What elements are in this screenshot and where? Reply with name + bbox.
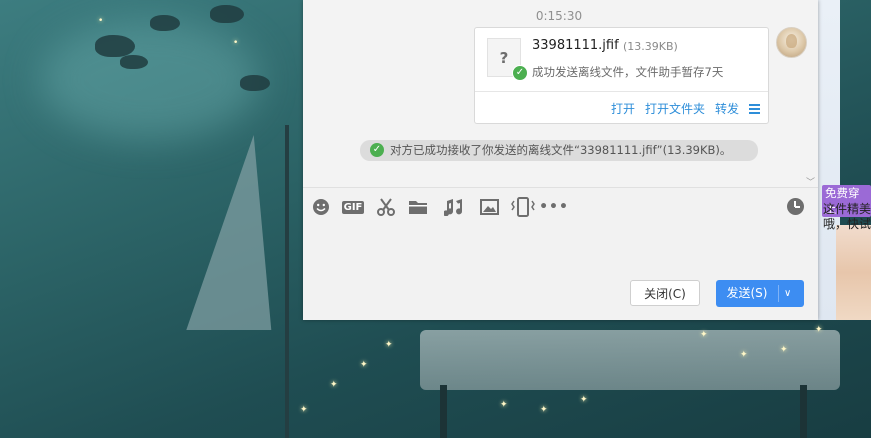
divider — [303, 187, 818, 188]
emoji-icon[interactable] — [311, 196, 331, 218]
more-icon[interactable]: ••• — [539, 196, 568, 218]
menu-icon[interactable] — [749, 103, 760, 114]
success-check-icon: ✓ — [512, 65, 528, 81]
ad-text[interactable]: 这件精美 哦，快试 — [823, 202, 871, 232]
avatar[interactable] — [776, 27, 807, 58]
open-folder-link[interactable]: 打开文件夹 — [645, 100, 705, 117]
file-status-text: 成功发送离线文件，文件助手暂存7天 — [532, 65, 724, 79]
card-divider — [475, 91, 768, 92]
ad-text-line1: 这件精美 — [823, 202, 871, 216]
file-message-card[interactable]: ? ✓ 33981111.jfif (13.39KB) 成功发送离线文件，文件助… — [474, 27, 769, 124]
gif-icon[interactable]: GIF — [341, 196, 365, 218]
ad-image[interactable] — [836, 225, 871, 320]
input-toolbar: GIF ••• — [303, 196, 818, 220]
file-size: (13.39KB) — [623, 40, 678, 53]
open-file-link[interactable]: 打开 — [611, 100, 635, 117]
shake-window-icon[interactable] — [510, 196, 536, 218]
message-input[interactable] — [311, 226, 815, 276]
send-button[interactable]: 发送(S) ∨ — [716, 280, 804, 307]
send-options-chevron-down-icon[interactable]: ∨ — [784, 280, 791, 307]
message-history[interactable]: 0:15:30 ? ✓ 33981111.jfif (13.39KB) 成功发送… — [303, 0, 818, 188]
system-notice: ✓ 对方已成功接收了你发送的离线文件“33981111.jfif”(13.39K… — [360, 140, 758, 161]
folder-icon[interactable] — [407, 196, 429, 218]
send-button-separator — [778, 285, 779, 302]
file-name: 33981111.jfif — [532, 38, 619, 53]
gif-icon-label: GIF — [341, 200, 365, 214]
ad-text-line2: 哦，快试 — [823, 217, 871, 231]
screenshot-scissors-icon[interactable] — [375, 196, 397, 218]
send-button-label: 发送(S) — [726, 286, 768, 300]
history-clock-icon[interactable] — [787, 198, 804, 215]
file-actions: 打开 打开文件夹 转发 — [611, 100, 760, 117]
music-icon[interactable] — [443, 196, 465, 218]
close-button[interactable]: 关闭(C) — [630, 280, 700, 306]
forward-link[interactable]: 转发 — [715, 100, 739, 117]
message-timestamp: 0:15:30 — [535, 9, 583, 23]
success-check-icon: ✓ — [370, 143, 384, 157]
image-icon[interactable] — [478, 196, 500, 218]
notice-text: 对方已成功接收了你发送的离线文件“33981111.jfif”(13.39KB)… — [390, 143, 732, 157]
chat-window: 0:15:30 ? ✓ 33981111.jfif (13.39KB) 成功发送… — [303, 0, 818, 320]
